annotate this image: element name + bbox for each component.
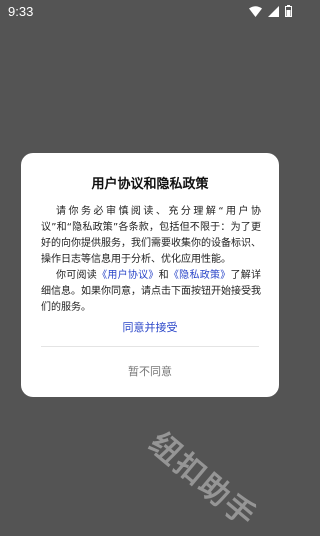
signal-icon <box>268 5 279 17</box>
user-agreement-link[interactable]: 《用户协议》 <box>97 270 159 281</box>
dialog-paragraph-terms: 请你务必审慎阅读、充分理解“用户协议”和“隐私政策”各条款，包括但不限于：为了更… <box>41 206 261 265</box>
divider <box>41 346 259 347</box>
dialog-title: 用户协议和隐私政策 <box>91 177 209 192</box>
paragraph-and: 和 <box>158 270 169 281</box>
privacy-dialog: 用户协议和隐私政策 请你务必审慎阅读、充分理解“用户协议”和“隐私政策”各条款，… <box>21 153 279 397</box>
status-icons <box>249 5 292 17</box>
dialog-paragraph-links: 你可阅读《用户协议》和《隐私政策》了解详细信息。如果你同意，请点击下面按钮开始接… <box>41 268 261 316</box>
status-time: 9:33 <box>8 4 34 19</box>
paragraph-prefix: 你可阅读 <box>56 270 98 281</box>
battery-icon <box>285 5 292 17</box>
privacy-policy-link[interactable]: 《隐私政策》 <box>169 270 231 281</box>
agree-button[interactable]: 同意并接受 <box>21 319 279 335</box>
disagree-button[interactable]: 暂不同意 <box>21 363 279 379</box>
watermark: 纽扣助手 <box>142 426 263 536</box>
status-bar: 9:33 <box>0 0 300 24</box>
dialog-body: 请你务必审慎阅读、充分理解“用户协议”和“隐私政策”各条款，包括但不限于：为了更… <box>41 204 261 316</box>
wifi-icon <box>249 5 262 17</box>
